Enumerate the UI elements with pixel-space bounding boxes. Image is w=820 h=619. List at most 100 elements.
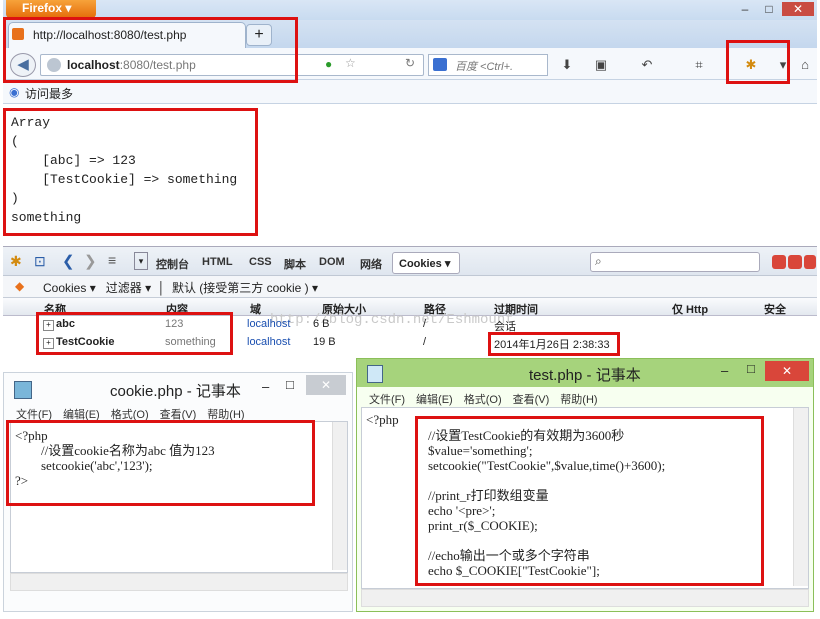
new-tab-button[interactable]: + [246, 24, 272, 46]
horizontal-scrollbar[interactable] [361, 589, 809, 607]
column-header[interactable]: 内容 [166, 301, 188, 317]
back-icon[interactable]: ◀ [10, 53, 36, 77]
firebug-detach-icon[interactable] [788, 255, 802, 269]
menu-item[interactable]: 帮助(H) [207, 409, 244, 421]
code-line: //设置TestCookie的有效期为3600秒 [428, 428, 625, 443]
firebug-search-input[interactable]: ⌕ [590, 252, 760, 272]
cell-size: 19 B [313, 336, 336, 348]
crop-icon[interactable]: ⌗ [690, 56, 708, 74]
horizontal-scrollbar[interactable] [10, 573, 348, 591]
page-icon [12, 28, 24, 40]
code-line: echo $_COOKIE["TestCookie"]; [428, 563, 600, 578]
close-button[interactable]: ✕ [306, 375, 346, 395]
firebug-minimize-icon[interactable] [772, 255, 786, 269]
cell-expires: 会话 [494, 321, 516, 333]
cell-path: / [423, 318, 427, 330]
list-icon[interactable]: ≡ [108, 252, 116, 268]
dropdown-icon[interactable]: ▾ [134, 252, 148, 270]
tab-cookies[interactable]: Cookies ▾ [392, 252, 460, 274]
menu-item[interactable]: 文件(F) [369, 394, 405, 406]
search-input[interactable]: 百度 <Ctrl+. [428, 54, 548, 76]
cookie-icon: ◆ [15, 279, 25, 293]
minimize-button[interactable]: – [262, 379, 269, 394]
notepad-icon [367, 365, 383, 383]
output-line: ( [11, 134, 19, 149]
tab-title: http://localhost:8080/test.php [33, 28, 187, 42]
minimize-button[interactable]: – [721, 363, 728, 378]
scrollbar[interactable] [332, 422, 347, 570]
firebug-close-icon[interactable] [804, 255, 816, 269]
cell-name: TestCookie [56, 336, 115, 348]
go-icon[interactable]: ● [325, 57, 332, 71]
editor-area[interactable]: <?php //设置TestCookie的有效期为3600秒 $value='s… [361, 407, 809, 589]
inspect-icon[interactable]: ⊡ [34, 253, 46, 270]
table-row[interactable]: + abc 123 localhost 6 B / 会话 [3, 316, 817, 334]
column-header[interactable]: 安全 [764, 301, 786, 317]
editor-area[interactable]: <?php //设置cookie名称为abc 值为123 setcookie('… [10, 421, 348, 573]
cell-path: / [423, 336, 427, 348]
bookmark-icon: ◉ [9, 85, 20, 99]
menu-item[interactable]: 帮助(H) [560, 394, 597, 406]
output-line: [abc] => 123 [11, 153, 136, 168]
column-header[interactable]: 名称 [44, 301, 66, 317]
cell-name: abc [56, 318, 75, 330]
permission-menu[interactable]: 默认 (接受第三方 cookie ) [172, 281, 309, 295]
tab-firebug-3[interactable]: 脚本 [284, 256, 306, 272]
code-line: <?php [15, 428, 48, 443]
close-button[interactable]: ✕ [765, 361, 809, 381]
screen-icon[interactable]: ▣ [592, 56, 610, 74]
tab-firebug-5[interactable]: 网络 [360, 256, 382, 272]
code-line: echo '<pre>'; [428, 503, 496, 518]
forward-icon[interactable]: ❯ [84, 252, 97, 270]
cell-domain: localhost [247, 336, 291, 348]
code-line: setcookie("TestCookie",$value,time()+360… [428, 458, 666, 473]
tab-firebug-0[interactable]: 控制台 [156, 256, 189, 272]
tab-current[interactable]: http://localhost:8080/test.php [8, 22, 246, 48]
expand-icon[interactable]: + [43, 320, 54, 331]
column-header[interactable]: 仅 Http [672, 301, 708, 317]
firebug-icon[interactable]: ✱ [10, 253, 22, 270]
output-line: ) [11, 191, 19, 206]
menu-item[interactable]: 查看(V) [513, 394, 550, 406]
maximize-button[interactable]: □ [758, 2, 780, 16]
url-input[interactable]: localhost:8080/test.php ● ☆ ↻ [40, 54, 424, 76]
firefox-menu-button[interactable]: Firefox ▾ [6, 0, 96, 18]
cell-expires: 2014年1月26日 2:38:33 [494, 339, 610, 351]
chevron-down-icon[interactable]: ▾ [774, 56, 792, 74]
tab-firebug-1[interactable]: HTML [202, 256, 233, 268]
menu-item[interactable]: 查看(V) [160, 409, 197, 421]
code-line: //echo输出一个或多个字符串 [428, 548, 590, 563]
menu-item[interactable]: 文件(F) [16, 409, 52, 421]
column-header[interactable]: 域 [250, 301, 261, 317]
tab-firebug-4[interactable]: DOM [319, 256, 345, 268]
menu-item[interactable]: 编辑(E) [63, 409, 100, 421]
cookies-menu[interactable]: Cookies [43, 281, 86, 295]
window-title: test.php - 记事本 [529, 367, 641, 384]
code-line: ?> [15, 473, 29, 488]
menu-item[interactable]: 编辑(E) [416, 394, 453, 406]
table-row[interactable]: + TestCookie something localhost 19 B / 2014年1… [3, 334, 817, 352]
cell-value: 123 [165, 318, 184, 330]
star-icon[interactable]: ☆ [345, 56, 356, 70]
close-button[interactable]: ✕ [782, 2, 814, 16]
window-title: cookie.php - 记事本 [110, 383, 241, 400]
notepad-test-window: test.php - 记事本 – □ ✕ 文件(F) 编辑(E) 格式(O) 查看(V… [356, 358, 814, 612]
tab-firebug-2[interactable]: CSS [249, 256, 272, 268]
download-icon[interactable]: ⬇ [558, 56, 576, 74]
back-icon[interactable]: ❮ [62, 252, 75, 270]
bookmark-most-visited[interactable]: 访问最多 [25, 87, 73, 101]
menu-item[interactable]: 格式(O) [111, 409, 149, 421]
maximize-button[interactable]: □ [747, 361, 755, 376]
scrollbar[interactable] [793, 408, 808, 586]
menu-bar: 文件(F) 编辑(E) 格式(O) 查看(V) 帮助(H) [369, 391, 609, 407]
reload-icon[interactable]: ↻ [405, 56, 415, 70]
menu-item[interactable]: 格式(O) [464, 394, 502, 406]
minimize-button[interactable]: – [734, 2, 756, 16]
code-line: $value='something'; [428, 443, 533, 458]
maximize-button[interactable]: □ [286, 377, 294, 392]
undo-icon[interactable]: ↶ [638, 56, 656, 74]
firebug-icon[interactable]: ✱ [742, 56, 760, 74]
expand-icon[interactable]: + [43, 338, 54, 349]
filter-menu[interactable]: 过滤器 [106, 281, 142, 295]
home-icon[interactable]: ⌂ [796, 56, 814, 74]
